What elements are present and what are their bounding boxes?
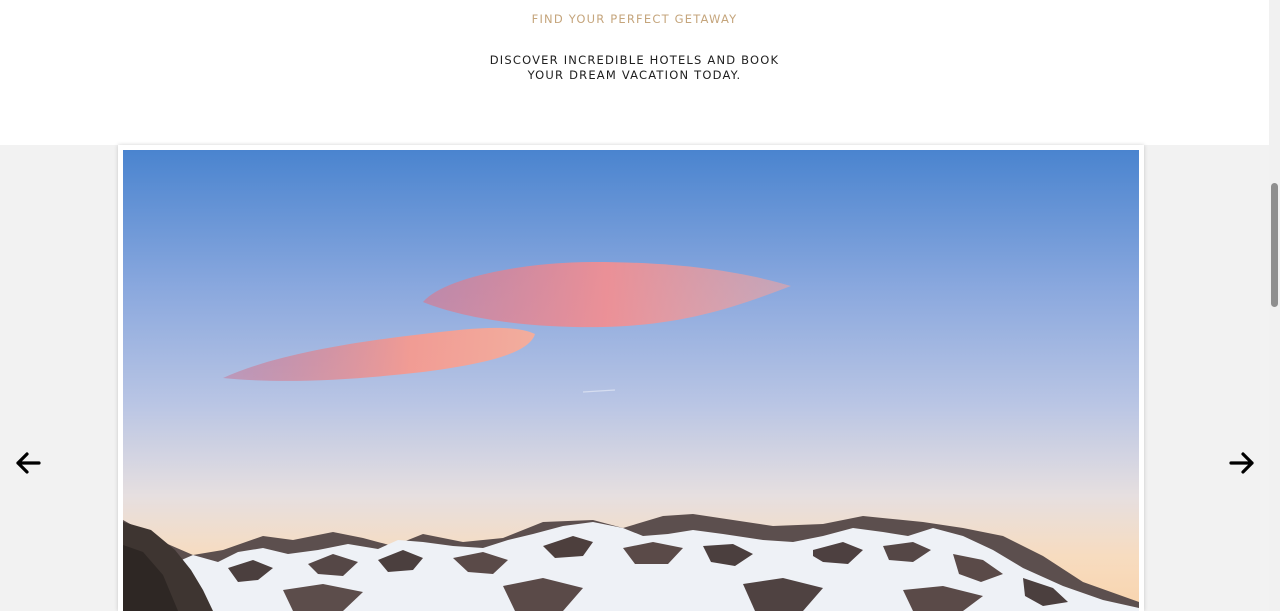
eyebrow-text: FIND YOUR PERFECT GETAWAY [531,12,738,26]
page: FIND YOUR PERFECT GETAWAY DISCOVER INCRE… [0,0,1280,611]
carousel-prev-button[interactable] [12,447,44,479]
page-scrollbar[interactable] [1269,0,1280,611]
scrollbar-thumb[interactable] [1271,183,1278,307]
arrow-left-icon [16,452,41,474]
tagline-line-2: YOUR DREAM VACATION TODAY. [527,68,742,82]
carousel-next-button[interactable] [1226,447,1258,479]
mountain-sunset-photo [123,150,1139,611]
image-carousel [0,145,1269,611]
arrow-right-icon [1229,452,1254,474]
carousel-slide [118,145,1144,611]
tagline: DISCOVER INCREDIBLE HOTELS AND BOOK YOUR… [0,53,1269,83]
tagline-line-1: DISCOVER INCREDIBLE HOTELS AND BOOK [489,53,780,67]
hero-header: FIND YOUR PERFECT GETAWAY DISCOVER INCRE… [0,0,1269,145]
